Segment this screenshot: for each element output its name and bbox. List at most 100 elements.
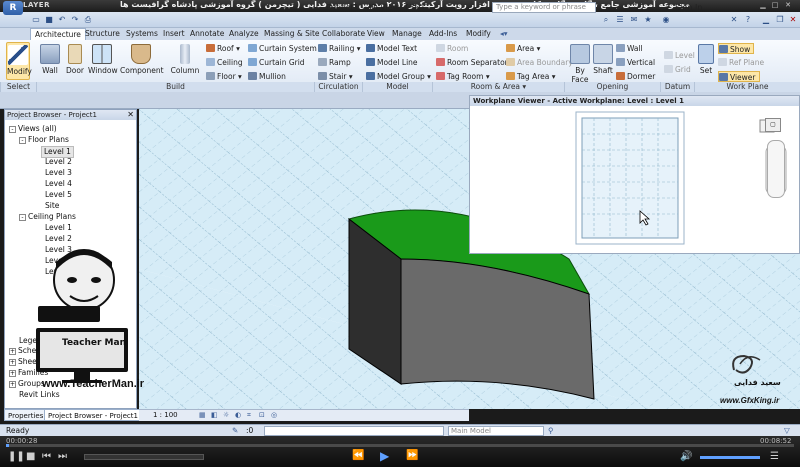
lock-view-icon[interactable]: ⊡: [259, 410, 265, 421]
area-button[interactable]: Area ▾: [506, 43, 540, 54]
collapse-icon[interactable]: -: [19, 137, 26, 144]
tree-item-ceiling-plans[interactable]: - Ceiling Plans: [19, 212, 76, 222]
model-group-button[interactable]: Model Group ▾: [366, 71, 431, 82]
center-play-icon[interactable]: ▶: [380, 449, 389, 463]
print-icon[interactable]: ⎙: [82, 14, 94, 25]
stair-button[interactable]: Stair ▾: [318, 71, 353, 82]
tab-properties[interactable]: Properties: [4, 409, 48, 421]
volume-slider[interactable]: [700, 456, 760, 459]
minimize-ribbon-icon[interactable]: ◂▾: [500, 28, 508, 40]
component-button[interactable]: Component: [120, 42, 164, 80]
shadows-icon[interactable]: ◐: [235, 410, 241, 421]
play-pause-icon[interactable]: ❚❚: [8, 451, 25, 462]
application-menu-button[interactable]: R: [3, 1, 23, 15]
grid-button[interactable]: Grid: [664, 64, 691, 75]
exchange-icon[interactable]: ✕: [728, 14, 740, 25]
view-scale[interactable]: 1 : 100: [153, 410, 178, 421]
modify-button[interactable]: Modify: [6, 42, 32, 80]
collapse-icon[interactable]: -: [19, 214, 26, 221]
tab-insert[interactable]: Insert: [163, 28, 185, 40]
volume-icon[interactable]: 🔊: [680, 451, 692, 462]
tree-item-floor-plans[interactable]: - Floor Plans: [19, 135, 69, 145]
communication-icon[interactable]: ✉: [628, 14, 640, 25]
previous-icon[interactable]: ⏮: [42, 451, 51, 462]
save-icon[interactable]: ■: [43, 14, 55, 25]
tab-analyze[interactable]: Analyze: [229, 28, 259, 40]
subscription-icon[interactable]: ☰: [614, 14, 626, 25]
area-boundary-button[interactable]: Area Boundary: [506, 57, 573, 68]
tab-modify[interactable]: Modify: [466, 28, 491, 40]
shaft-button[interactable]: Shaft: [592, 42, 614, 80]
tab-annotate[interactable]: Annotate: [190, 28, 224, 40]
collapse-icon[interactable]: -: [9, 126, 16, 133]
favorites-icon[interactable]: ★: [642, 14, 654, 25]
mullion-button[interactable]: Mullion: [248, 71, 286, 82]
level-button[interactable]: Level: [664, 50, 695, 61]
stop-icon[interactable]: ■: [26, 451, 35, 462]
hide-isolate-icon[interactable]: ◎: [271, 410, 277, 421]
ref-plane-button[interactable]: Ref Plane: [718, 57, 764, 68]
open-icon[interactable]: ▭: [30, 14, 42, 25]
project-browser-close-icon[interactable]: ✕: [127, 110, 134, 120]
tab-structure[interactable]: Structure: [85, 28, 120, 40]
binoculars-icon[interactable]: ⌕: [600, 14, 612, 25]
menu-icon[interactable]: ☰: [770, 451, 779, 462]
ceiling-button[interactable]: Ceiling: [206, 57, 243, 68]
dormer-button[interactable]: Dormer: [616, 71, 655, 82]
workplane-viewer-window[interactable]: Workplane Viewer - Active Workplane: Lev…: [469, 95, 800, 254]
room-separator-button[interactable]: Room Separator: [436, 57, 508, 68]
show-button[interactable]: Show: [718, 43, 755, 54]
revit-close-icon[interactable]: ✕: [787, 14, 799, 25]
user-icon[interactable]: ◉: [660, 14, 672, 25]
redo-icon[interactable]: ↷: [69, 14, 81, 25]
tree-item-ceiling-level-1[interactable]: Level 1: [45, 223, 72, 233]
door-button[interactable]: Door: [64, 42, 86, 80]
3d-navigation-bar[interactable]: [767, 140, 785, 198]
tag-room-button[interactable]: Tag Room ▾: [436, 71, 490, 82]
center-next-icon[interactable]: ⏩: [406, 450, 418, 461]
curtain-system-button[interactable]: Curtain System: [248, 43, 317, 54]
center-prev-icon[interactable]: ⏪: [352, 450, 364, 461]
room-button[interactable]: Room: [436, 43, 468, 54]
wall-opening-button[interactable]: Wall: [616, 43, 643, 54]
group-room-area[interactable]: Room & Area ▾: [432, 82, 564, 92]
column-button[interactable]: Column: [170, 42, 200, 80]
help-icon[interactable]: ?: [742, 14, 754, 25]
vertical-opening-button[interactable]: Vertical: [616, 57, 655, 68]
search-input[interactable]: Type a keyword or phrase: [492, 2, 596, 13]
model-line-button[interactable]: Model Line: [366, 57, 418, 68]
tab-architecture[interactable]: Architecture: [30, 28, 86, 40]
tab-collaborate[interactable]: Collaborate: [322, 28, 365, 40]
next-icon[interactable]: ⏭: [58, 451, 67, 462]
tab-view[interactable]: View: [367, 28, 385, 40]
tree-item-floor-level-4[interactable]: Level 4: [45, 179, 72, 189]
roof-button[interactable]: Roof ▾: [206, 43, 240, 54]
tree-item-floor-level-5[interactable]: Level 5: [45, 190, 72, 200]
revit-minimize-icon[interactable]: ▁: [760, 14, 772, 25]
maximize-icon[interactable]: □: [770, 1, 780, 10]
by-face-button[interactable]: By Face: [568, 42, 592, 84]
window-button[interactable]: Window: [88, 42, 118, 80]
crop-icon[interactable]: ⌗: [247, 410, 251, 421]
seek-bar[interactable]: [6, 444, 794, 447]
tab-systems[interactable]: Systems: [126, 28, 158, 40]
workplane-viewer-canvas[interactable]: [470, 106, 799, 254]
set-button[interactable]: Set: [696, 42, 716, 80]
tree-item-floor-level-3[interactable]: Level 3: [45, 168, 72, 178]
detail-level-icon[interactable]: ▦: [199, 410, 206, 421]
design-option-select[interactable]: Main Model: [448, 426, 544, 436]
close-icon[interactable]: ✕: [783, 1, 793, 10]
ramp-button[interactable]: Ramp: [318, 57, 351, 68]
tab-add-ins[interactable]: Add-Ins: [429, 28, 457, 40]
tab-manage[interactable]: Manage: [392, 28, 422, 40]
railing-button[interactable]: Railing ▾: [318, 43, 361, 54]
minimize-icon[interactable]: ▁: [758, 1, 768, 10]
tree-item-floor-level-2[interactable]: Level 2: [45, 157, 72, 167]
viewer-button[interactable]: Viewer: [718, 71, 760, 82]
revit-restore-icon[interactable]: ❐: [774, 14, 786, 25]
active-workset-select[interactable]: [264, 426, 444, 436]
tab-massing-site[interactable]: Massing & Site: [264, 28, 320, 40]
undo-icon[interactable]: ↶: [56, 14, 68, 25]
group-select[interactable]: Select: [0, 82, 36, 92]
visual-style-icon[interactable]: ◧: [211, 410, 218, 421]
